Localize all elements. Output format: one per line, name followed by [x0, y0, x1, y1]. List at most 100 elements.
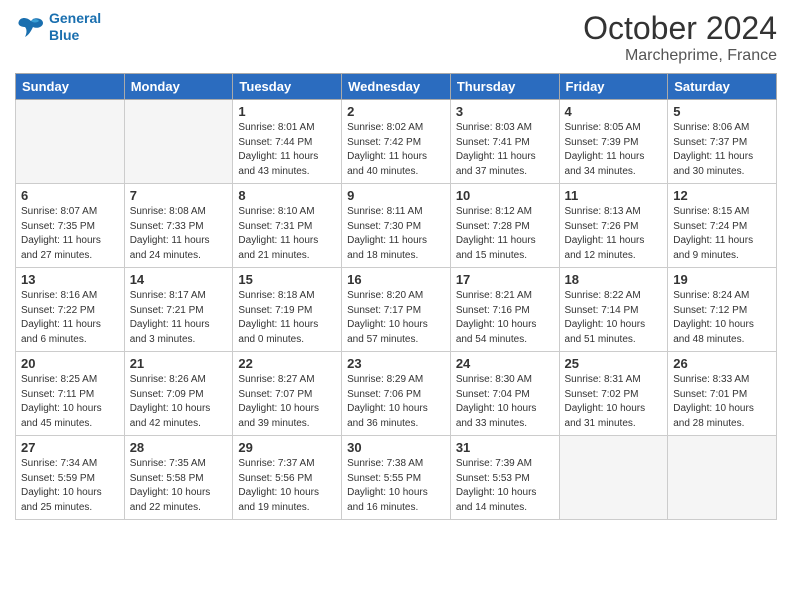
- calendar-cell: 5Sunrise: 8:06 AMSunset: 7:37 PMDaylight…: [668, 100, 777, 184]
- day-number: 9: [347, 188, 445, 203]
- header: General Blue October 2024 Marcheprime, F…: [15, 10, 777, 65]
- page: General Blue October 2024 Marcheprime, F…: [0, 0, 792, 612]
- day-number: 18: [565, 272, 663, 287]
- logo-general: General: [49, 10, 101, 26]
- calendar-cell: 6Sunrise: 8:07 AMSunset: 7:35 PMDaylight…: [16, 184, 125, 268]
- calendar-week-row: 1 Sunrise: 8:01 AMSunset: 7:44 PMDaylight…: [16, 100, 777, 184]
- day-info: Sunrise: 8:20 AMSunset: 7:17 PMDaylight:…: [347, 289, 445, 347]
- day-number: 19: [673, 272, 771, 287]
- day-number: 12: [673, 188, 771, 203]
- day-number: 2: [347, 104, 445, 119]
- calendar-cell: 10Sunrise: 8:12 AMSunset: 7:28 PMDayligh…: [450, 184, 559, 268]
- day-info: Sunrise: 8:25 AMSunset: 7:11 PMDaylight:…: [21, 373, 119, 431]
- day-number: 14: [130, 272, 228, 287]
- calendar-cell: 22 Sunrise: 8:27 AMSunset: 7:07 PMDayligh…: [233, 352, 342, 436]
- day-number: 8: [238, 188, 336, 203]
- day-number: 3: [456, 104, 554, 119]
- day-info: Sunrise: 7:34 AMSunset: 5:59 PMDaylight:…: [21, 457, 119, 515]
- logo-text: General Blue: [49, 10, 101, 44]
- logo: General Blue: [15, 10, 101, 44]
- day-info: Sunrise: 8:31 AMSunset: 7:02 PMDaylight:…: [565, 373, 663, 431]
- day-info: Sunrise: 8:13 AMSunset: 7:26 PMDaylight:…: [565, 205, 663, 263]
- calendar-cell: 4Sunrise: 8:05 AMSunset: 7:39 PMDaylight…: [559, 100, 668, 184]
- day-number: 7: [130, 188, 228, 203]
- day-number: 20: [21, 356, 119, 371]
- calendar-cell: [559, 436, 668, 520]
- day-info: Sunrise: 7:37 AMSunset: 5:56 PMDaylight:…: [238, 457, 336, 515]
- weekday-header: Wednesday: [342, 74, 451, 100]
- calendar-week-row: 27Sunrise: 7:34 AMSunset: 5:59 PMDayligh…: [16, 436, 777, 520]
- calendar-cell: 8 Sunrise: 8:10 AMSunset: 7:31 PMDaylight…: [233, 184, 342, 268]
- logo-blue: Blue: [49, 27, 79, 43]
- day-info: Sunrise: 8:01 AMSunset: 7:44 PMDaylight:…: [238, 121, 336, 179]
- weekday-header: Sunday: [16, 74, 125, 100]
- location: Marcheprime, France: [583, 47, 777, 65]
- day-number: 22: [238, 356, 336, 371]
- day-info: Sunrise: 8:03 AMSunset: 7:41 PMDaylight:…: [456, 121, 554, 179]
- calendar-cell: 27Sunrise: 7:34 AMSunset: 5:59 PMDayligh…: [16, 436, 125, 520]
- day-info: Sunrise: 8:10 AMSunset: 7:31 PMDaylight:…: [238, 205, 336, 263]
- calendar-cell: 26 Sunrise: 8:33 AMSunset: 7:01 PMDayligh…: [668, 352, 777, 436]
- weekday-header: Friday: [559, 74, 668, 100]
- day-number: 15: [238, 272, 336, 287]
- calendar-cell: 1 Sunrise: 8:01 AMSunset: 7:44 PMDaylight…: [233, 100, 342, 184]
- calendar-cell: 17 Sunrise: 8:21 AMSunset: 7:16 PMDayligh…: [450, 268, 559, 352]
- calendar-cell: 23Sunrise: 8:29 AMSunset: 7:06 PMDayligh…: [342, 352, 451, 436]
- calendar-cell: 16 Sunrise: 8:20 AMSunset: 7:17 PMDayligh…: [342, 268, 451, 352]
- weekday-header: Tuesday: [233, 74, 342, 100]
- day-number: 1: [238, 104, 336, 119]
- calendar-cell: 12Sunrise: 8:15 AMSunset: 7:24 PMDayligh…: [668, 184, 777, 268]
- logo-icon: [15, 15, 45, 39]
- day-info: Sunrise: 8:26 AMSunset: 7:09 PMDaylight:…: [130, 373, 228, 431]
- calendar-cell: 11 Sunrise: 8:13 AMSunset: 7:26 PMDayligh…: [559, 184, 668, 268]
- day-number: 26: [673, 356, 771, 371]
- day-info: Sunrise: 8:29 AMSunset: 7:06 PMDaylight:…: [347, 373, 445, 431]
- calendar-cell: 28 Sunrise: 7:35 AMSunset: 5:58 PMDayligh…: [124, 436, 233, 520]
- month-title: October 2024: [583, 10, 777, 47]
- calendar-week-row: 6Sunrise: 8:07 AMSunset: 7:35 PMDaylight…: [16, 184, 777, 268]
- calendar-cell: 7 Sunrise: 8:08 AMSunset: 7:33 PMDaylight…: [124, 184, 233, 268]
- day-number: 25: [565, 356, 663, 371]
- day-info: Sunrise: 8:08 AMSunset: 7:33 PMDaylight:…: [130, 205, 228, 263]
- calendar-cell: [16, 100, 125, 184]
- day-info: Sunrise: 8:21 AMSunset: 7:16 PMDaylight:…: [456, 289, 554, 347]
- day-info: Sunrise: 8:27 AMSunset: 7:07 PMDaylight:…: [238, 373, 336, 431]
- day-info: Sunrise: 8:11 AMSunset: 7:30 PMDaylight:…: [347, 205, 445, 263]
- weekday-header: Thursday: [450, 74, 559, 100]
- day-number: 31: [456, 440, 554, 455]
- calendar-cell: [124, 100, 233, 184]
- calendar-week-row: 20 Sunrise: 8:25 AMSunset: 7:11 PMDayligh…: [16, 352, 777, 436]
- day-number: 21: [130, 356, 228, 371]
- day-number: 29: [238, 440, 336, 455]
- weekday-header: Saturday: [668, 74, 777, 100]
- day-number: 4: [565, 104, 663, 119]
- day-info: Sunrise: 8:17 AMSunset: 7:21 PMDaylight:…: [130, 289, 228, 347]
- day-info: Sunrise: 8:18 AMSunset: 7:19 PMDaylight:…: [238, 289, 336, 347]
- day-number: 17: [456, 272, 554, 287]
- day-number: 28: [130, 440, 228, 455]
- title-block: October 2024 Marcheprime, France: [583, 10, 777, 65]
- day-info: Sunrise: 7:35 AMSunset: 5:58 PMDaylight:…: [130, 457, 228, 515]
- day-number: 24: [456, 356, 554, 371]
- day-info: Sunrise: 8:33 AMSunset: 7:01 PMDaylight:…: [673, 373, 771, 431]
- calendar-cell: 30Sunrise: 7:38 AMSunset: 5:55 PMDayligh…: [342, 436, 451, 520]
- day-number: 16: [347, 272, 445, 287]
- calendar-week-row: 13Sunrise: 8:16 AMSunset: 7:22 PMDayligh…: [16, 268, 777, 352]
- calendar-cell: 20 Sunrise: 8:25 AMSunset: 7:11 PMDayligh…: [16, 352, 125, 436]
- calendar-cell: 13Sunrise: 8:16 AMSunset: 7:22 PMDayligh…: [16, 268, 125, 352]
- calendar-cell: 3 Sunrise: 8:03 AMSunset: 7:41 PMDaylight…: [450, 100, 559, 184]
- calendar-cell: 24Sunrise: 8:30 AMSunset: 7:04 PMDayligh…: [450, 352, 559, 436]
- calendar-cell: 18Sunrise: 8:22 AMSunset: 7:14 PMDayligh…: [559, 268, 668, 352]
- calendar-cell: 19 Sunrise: 8:24 AMSunset: 7:12 PMDayligh…: [668, 268, 777, 352]
- calendar-cell: 21 Sunrise: 8:26 AMSunset: 7:09 PMDayligh…: [124, 352, 233, 436]
- calendar-cell: 25 Sunrise: 8:31 AMSunset: 7:02 PMDayligh…: [559, 352, 668, 436]
- calendar-cell: 15 Sunrise: 8:18 AMSunset: 7:19 PMDayligh…: [233, 268, 342, 352]
- calendar-header-row: SundayMondayTuesdayWednesdayThursdayFrid…: [16, 74, 777, 100]
- calendar-cell: 9 Sunrise: 8:11 AMSunset: 7:30 PMDaylight…: [342, 184, 451, 268]
- day-number: 5: [673, 104, 771, 119]
- day-number: 11: [565, 188, 663, 203]
- day-info: Sunrise: 8:24 AMSunset: 7:12 PMDaylight:…: [673, 289, 771, 347]
- calendar-cell: 14 Sunrise: 8:17 AMSunset: 7:21 PMDayligh…: [124, 268, 233, 352]
- day-info: Sunrise: 7:38 AMSunset: 5:55 PMDaylight:…: [347, 457, 445, 515]
- day-info: Sunrise: 8:02 AMSunset: 7:42 PMDaylight:…: [347, 121, 445, 179]
